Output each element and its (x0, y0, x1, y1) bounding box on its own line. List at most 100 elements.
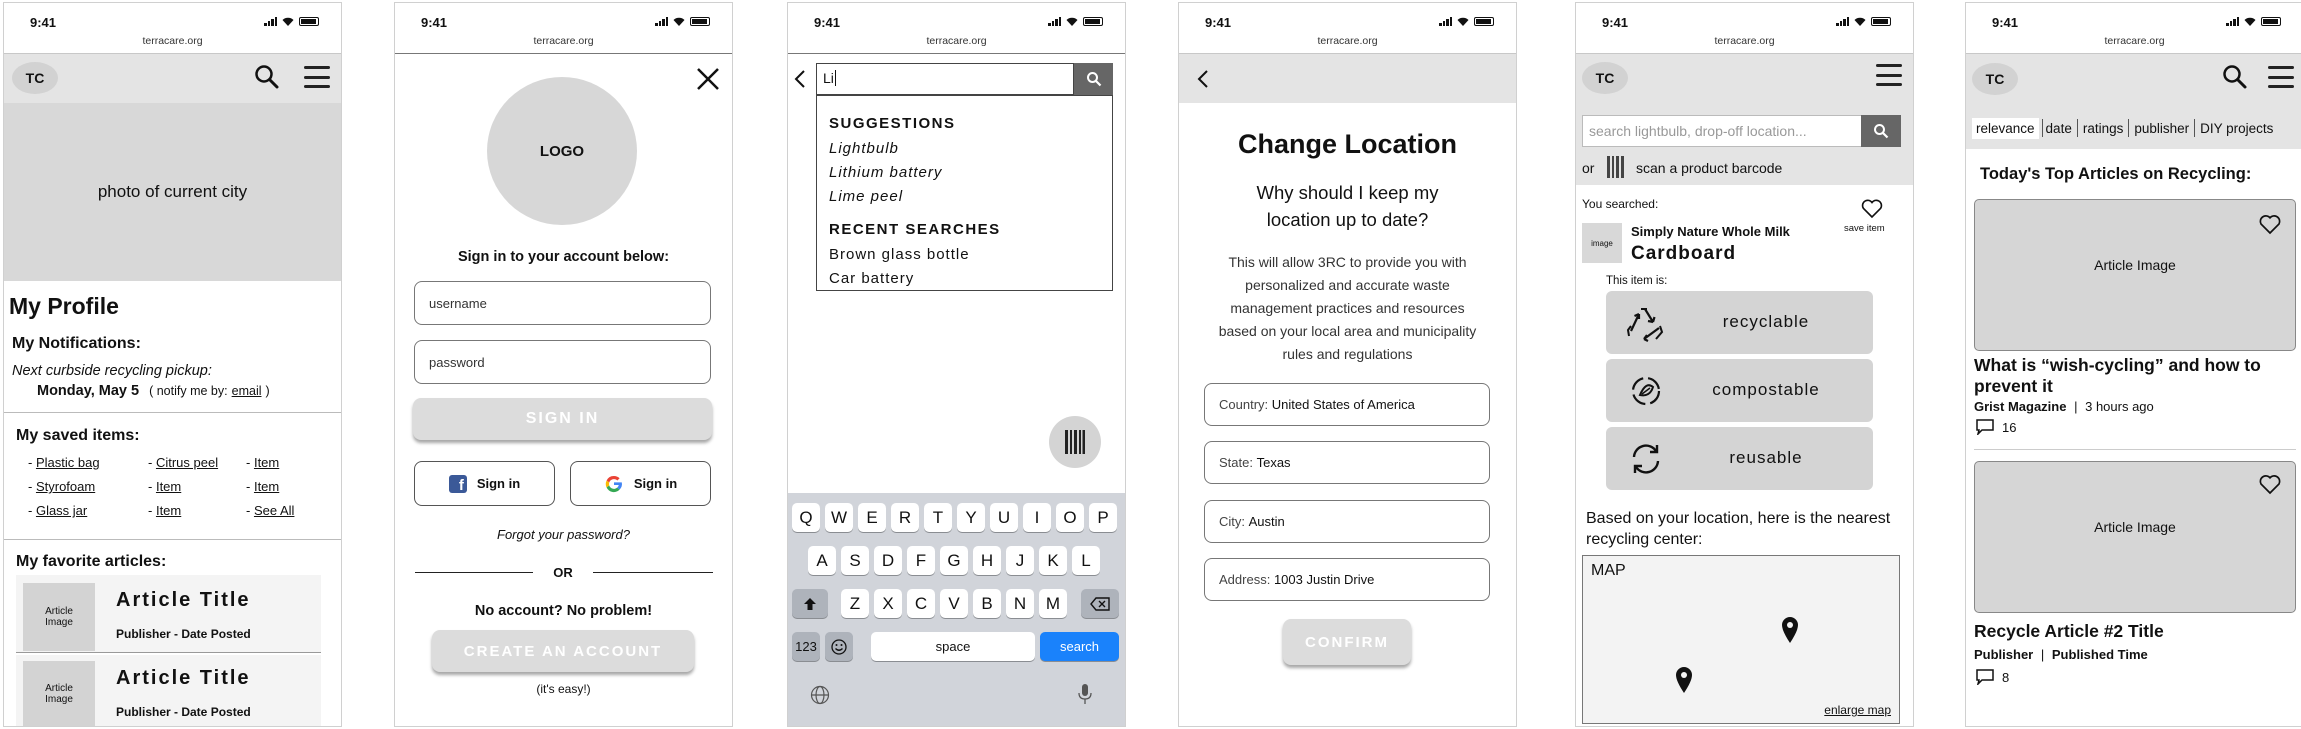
key[interactable]: M (1039, 589, 1067, 618)
article-title[interactable]: Recycle Article #2 Title (1974, 621, 2294, 642)
state-field[interactable]: State: Texas (1204, 441, 1490, 484)
key[interactable]: C (907, 589, 935, 618)
key[interactable]: R (891, 503, 919, 532)
key[interactable]: O (1056, 503, 1084, 532)
barcode-scan-button[interactable] (1049, 416, 1101, 468)
country-field[interactable]: Country: United States of America (1204, 383, 1490, 426)
heart-icon[interactable] (2258, 474, 2282, 495)
close-icon[interactable] (696, 67, 720, 91)
key[interactable]: I (1023, 503, 1051, 532)
saved-item[interactable]: - Citrus peel (148, 455, 218, 470)
key[interactable]: Q (792, 503, 820, 532)
emoji-key[interactable] (825, 632, 853, 661)
barcode-icon[interactable] (1607, 156, 1625, 178)
key[interactable]: Z (841, 589, 869, 618)
scan-barcode-link[interactable]: scan a product barcode (1636, 160, 1782, 176)
key[interactable]: G (940, 546, 968, 575)
saved-item[interactable]: - Item (246, 479, 279, 494)
key[interactable]: X (874, 589, 902, 618)
facebook-signin-button[interactable]: f Sign in (414, 461, 555, 506)
address-field[interactable]: Address: 1003 Justin Drive (1204, 558, 1490, 601)
save-item-label[interactable]: save item (1844, 223, 1885, 234)
article-title[interactable]: What is “wish-cycling” and how to preven… (1974, 355, 2294, 397)
key[interactable]: L (1072, 546, 1100, 575)
filter-relevance[interactable]: relevance (1972, 117, 2039, 139)
numbers-key[interactable]: 123 (792, 632, 820, 661)
filter-date[interactable]: date (2046, 121, 2072, 136)
article-image[interactable]: Article Image (1974, 461, 2296, 613)
menu-icon[interactable] (304, 66, 330, 88)
suggestion-item[interactable]: Lime peel (829, 188, 903, 205)
search-icon[interactable] (2222, 64, 2248, 90)
forgot-password-link[interactable]: Forgot your password? (395, 527, 732, 542)
article-card[interactable]: Article Image Article Title Publisher - … (16, 655, 321, 726)
city-field[interactable]: City: Austin (1204, 500, 1490, 543)
email-link[interactable]: email (232, 384, 262, 398)
reusable-option[interactable]: reusable (1606, 427, 1873, 490)
search-key[interactable]: search (1040, 632, 1119, 661)
globe-icon[interactable] (810, 685, 830, 705)
search-icon[interactable] (254, 64, 280, 90)
search-button[interactable] (1074, 63, 1113, 95)
filter-diy-projects[interactable]: DIY projects (2200, 121, 2273, 136)
recyclable-option[interactable]: recyclable (1606, 291, 1873, 354)
logo-badge[interactable]: TC (1972, 63, 2018, 95)
search-input[interactable]: search lightbulb, drop-off location... (1582, 115, 1862, 147)
confirm-button[interactable]: CONFIRM (1283, 619, 1411, 665)
compostable-option[interactable]: compostable (1606, 359, 1873, 422)
key[interactable]: A (808, 546, 836, 575)
shift-key[interactable] (792, 589, 828, 618)
comment-count[interactable]: 8 (1976, 669, 2009, 685)
heart-icon[interactable] (1861, 199, 1883, 219)
search-input[interactable]: Li (816, 63, 1074, 95)
map-pin-icon[interactable] (1781, 616, 1799, 644)
back-icon[interactable] (794, 69, 806, 89)
menu-icon[interactable] (1876, 64, 1902, 86)
key[interactable]: F (907, 546, 935, 575)
key[interactable]: H (973, 546, 1001, 575)
key[interactable]: P (1089, 503, 1117, 532)
key[interactable]: N (1006, 589, 1034, 618)
logo-badge[interactable]: TC (12, 62, 58, 94)
recent-item[interactable]: Car battery (829, 270, 914, 287)
key[interactable]: T (924, 503, 952, 532)
enlarge-map-link[interactable]: enlarge map (1824, 703, 1891, 717)
key[interactable]: B (973, 589, 1001, 618)
delete-key[interactable] (1081, 589, 1119, 618)
signin-button[interactable]: SIGN IN (413, 398, 712, 440)
create-account-button[interactable]: CREATE AN ACCOUNT (432, 630, 694, 672)
key[interactable]: V (940, 589, 968, 618)
key[interactable]: J (1006, 546, 1034, 575)
article-card[interactable]: Article Image Article Title Publisher - … (16, 575, 321, 653)
map-pin-icon[interactable] (1675, 666, 1693, 694)
article-image[interactable]: Article Image (1974, 199, 2296, 351)
map-panel[interactable]: MAP enlarge map (1582, 555, 1900, 724)
suggestion-item[interactable]: Lithium battery (829, 164, 942, 181)
key[interactable]: S (841, 546, 869, 575)
recent-item[interactable]: Brown glass bottle (829, 246, 970, 263)
suggestion-item[interactable]: Lightbulb (829, 140, 899, 157)
logo-badge[interactable]: TC (1582, 62, 1628, 94)
password-field[interactable]: password (414, 340, 711, 384)
saved-item[interactable]: - Item (246, 455, 279, 470)
saved-item[interactable]: - Item (148, 503, 181, 518)
space-key[interactable]: space (871, 632, 1035, 661)
key[interactable]: Y (957, 503, 985, 532)
search-button[interactable] (1861, 115, 1901, 147)
saved-item[interactable]: - Item (148, 479, 181, 494)
filter-ratings[interactable]: ratings (2083, 121, 2124, 136)
key[interactable]: D (874, 546, 902, 575)
menu-icon[interactable] (2268, 66, 2294, 88)
key[interactable]: E (858, 503, 886, 532)
heart-icon[interactable] (2258, 214, 2282, 235)
saved-item[interactable]: - Styrofoam (28, 479, 95, 494)
saved-item[interactable]: - Plastic bag (28, 455, 100, 470)
see-all-link[interactable]: - See All (246, 503, 294, 518)
saved-item[interactable]: - Glass jar (28, 503, 87, 518)
comment-count[interactable]: 16 (1976, 419, 2016, 435)
key[interactable]: W (825, 503, 853, 532)
filter-publisher[interactable]: publisher (2134, 121, 2189, 136)
key[interactable]: U (990, 503, 1018, 532)
key[interactable]: K (1039, 546, 1067, 575)
microphone-icon[interactable] (1078, 683, 1092, 705)
